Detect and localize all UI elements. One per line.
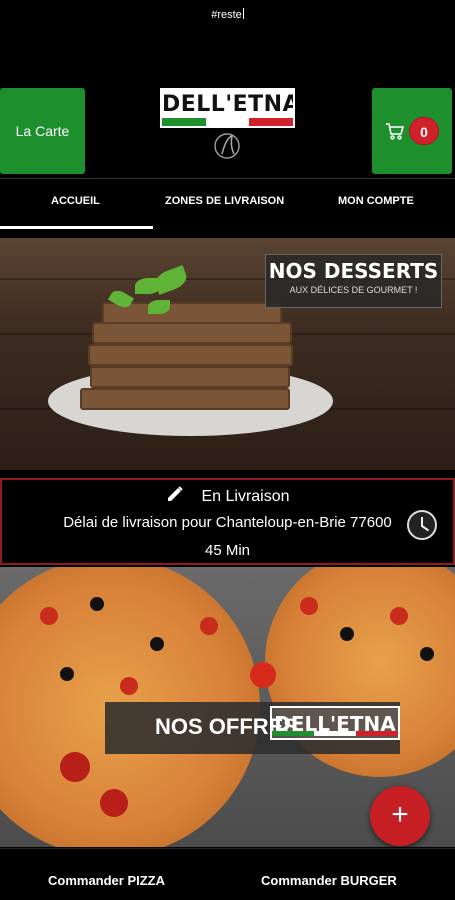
nav-item-accueil[interactable]: ACCUEIL	[51, 195, 100, 207]
add-fab-button[interactable]: +	[370, 786, 430, 846]
delivery-info: En Livraison Délai de livraison pour Cha…	[0, 478, 455, 565]
cart-button[interactable]: 0	[372, 88, 452, 174]
delivery-duration: 45 Min	[204, 542, 251, 559]
offres-logo-stripes	[272, 731, 398, 736]
logo-box: DELL'ETNA	[160, 88, 295, 128]
la-carte-button[interactable]: La Carte	[0, 88, 85, 174]
logo-flag-stripes	[162, 118, 293, 126]
clock-icon	[407, 510, 437, 540]
logo[interactable]: DELL'ETNA	[160, 88, 295, 168]
main-nav: ACCUEIL ZONES DE LIVRAISON MON COMPTE	[0, 178, 455, 229]
status-text: #reste	[0, 8, 455, 21]
desserts-banner[interactable]: NOS DESSERTS AUX DÉLICES DE GOURMET !	[0, 238, 455, 470]
desserts-label: NOS DESSERTS AUX DÉLICES DE GOURMET !	[265, 254, 442, 308]
logo-text: DELL'ETNA	[162, 92, 295, 117]
cart-icon	[386, 123, 405, 140]
delivery-delay-text: Délai de livraison pour Chanteloup-en-Br…	[63, 514, 392, 531]
offres-logo: DELL'ETNA	[270, 706, 400, 740]
desserts-subtitle: AUX DÉLICES DE GOURMET !	[289, 285, 418, 295]
status-label: #reste	[211, 9, 242, 21]
nav-active-indicator	[0, 226, 153, 229]
commander-burger-button[interactable]: Commander BURGER	[261, 873, 397, 888]
la-carte-label: La Carte	[15, 123, 70, 139]
text-cursor	[242, 8, 244, 19]
delivery-mode-row[interactable]: En Livraison	[2, 486, 453, 506]
delivery-mode: En Livraison	[201, 488, 290, 505]
nav-item-mon-compte[interactable]: MON COMPTE	[338, 195, 414, 207]
pencil-icon	[168, 486, 184, 501]
nav-item-zones-de-livraison[interactable]: ZONES DE LIVRAISON	[165, 195, 284, 207]
commander-pizza-button[interactable]: Commander PIZZA	[48, 873, 165, 888]
desserts-title: NOS DESSERTS	[268, 259, 439, 283]
bottom-bar: Commander PIZZA Commander BURGER	[0, 848, 455, 900]
cart-count-badge: 0	[409, 117, 439, 145]
offres-label: NOS OFFRES DELL'ETNA	[105, 702, 400, 754]
logo-emblem-icon	[214, 133, 240, 159]
plus-icon: +	[391, 798, 409, 831]
